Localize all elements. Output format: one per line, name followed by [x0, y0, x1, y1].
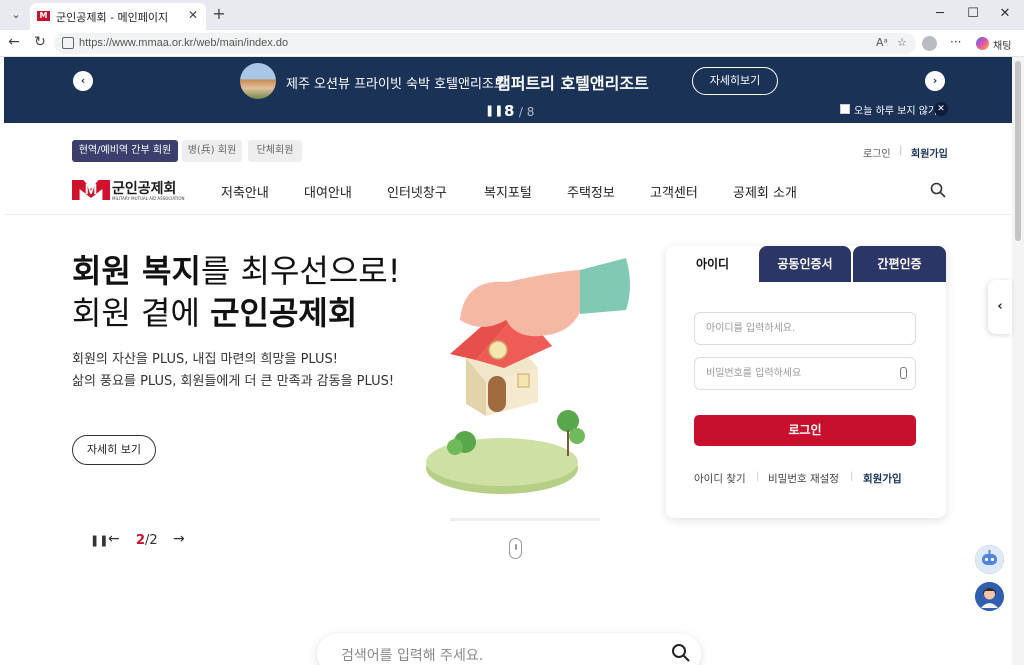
hero-title-line1: 회원 복지를 최우선으로! — [72, 252, 401, 290]
tab-certificate-login[interactable]: 공동인증서 — [759, 246, 851, 282]
member-tab-group[interactable]: 단체회원 — [248, 140, 302, 162]
nav-item-loans[interactable]: 대여안내 — [304, 182, 352, 201]
tab-easy-login[interactable]: 간편인증 — [853, 246, 946, 282]
login-panel: 아이디 공동인증서 간편인증 아이디를 입력하세요. 비밀번호를 입력하세요 로… — [666, 246, 946, 518]
favicon-icon: M — [37, 11, 50, 21]
reset-password-link[interactable]: 비밀번호 재설정 — [768, 471, 839, 486]
maximize-icon[interactable]: ☐ — [958, 6, 988, 21]
link-divider: | — [850, 471, 854, 482]
back-icon[interactable]: ← — [5, 34, 23, 50]
hero-pager: 2/2 — [136, 533, 158, 548]
hero-pause-icon[interactable]: ❚❚ — [90, 534, 108, 547]
read-aloud-icon[interactable]: Aᵃ — [876, 36, 888, 49]
banner-close-icon[interactable]: ✕ — [934, 102, 948, 116]
tab-list-icon[interactable]: ⌄ — [6, 6, 26, 24]
find-id-link[interactable]: 아이디 찾기 — [694, 471, 746, 486]
logo-text: 군인공제회 — [112, 181, 177, 197]
url-text[interactable]: https://www.mmaa.or.kr/web/main/index.do — [79, 37, 288, 49]
close-icon[interactable]: ✕ — [188, 8, 198, 22]
hero-next-icon[interactable]: → — [173, 531, 185, 547]
counselor-icon[interactable] — [975, 582, 1004, 611]
banner-subtitle: 제주 오션뷰 프라이빗 숙박 호텔앤리조트 — [286, 77, 506, 92]
hero-prev-icon[interactable]: ← — [108, 531, 120, 547]
new-tab-icon[interactable]: + — [210, 5, 228, 23]
member-tab-officer[interactable]: 현역/예비역 간부 회원 — [72, 140, 178, 162]
nav-item-internet[interactable]: 인터넷창구 — [387, 182, 447, 201]
nav-item-welfare[interactable]: 복지포털 — [484, 182, 532, 201]
id-input[interactable]: 아이디를 입력하세요. — [694, 312, 916, 345]
banner-hotel-image — [240, 63, 276, 99]
browser-tab[interactable]: M 군인공제회 - 메인페이지 ✕ — [30, 3, 206, 30]
today-label[interactable]: 오늘 하루 보지 않기 — [854, 102, 937, 117]
banner-title[interactable]: 캠퍼트리 호텔앤리조트 — [496, 70, 649, 94]
more-icon[interactable]: ··· — [950, 35, 961, 49]
house-hand-illustration — [426, 258, 630, 521]
keypad-icon[interactable] — [900, 367, 907, 379]
password-placeholder: 비밀번호를 입력하세요 — [706, 368, 802, 379]
nav-item-about[interactable]: 공제회 소개 — [733, 182, 797, 201]
page-scrollbar[interactable] — [1012, 57, 1024, 665]
refresh-icon[interactable]: ↻ — [31, 34, 49, 50]
chat-label[interactable]: 채팅 — [993, 37, 1011, 52]
minimize-icon[interactable]: ─ — [925, 6, 955, 21]
url-field[interactable]: https://www.mmaa.or.kr/web/main/index.do… — [54, 33, 916, 54]
join-link[interactable]: 회원가입 — [863, 471, 902, 486]
tab-title: 군인공제회 - 메인페이지 — [56, 11, 169, 24]
banner-more-button[interactable]: 자세히보기 — [692, 67, 778, 95]
header-join-link[interactable]: 회원가입 — [911, 145, 948, 160]
site-logo[interactable]: M 군인공제회 MILITARY MUTUAL AID ASSOCIATION — [72, 178, 188, 204]
browser-tab-bar: ⌄ M 군인공제회 - 메인페이지 ✕ + ─ ☐ ✕ — [0, 0, 1024, 30]
address-bar: ← ↻ https://www.mmaa.or.kr/web/main/inde… — [0, 30, 1024, 57]
util-divider: | — [899, 145, 903, 156]
banner-pager: 8 / 8 — [504, 102, 534, 120]
chatbot-icon[interactable] — [975, 545, 1004, 574]
bottom-search-bar[interactable]: 검색어를 입력해 주세요. — [317, 634, 701, 665]
search-icon[interactable] — [930, 182, 946, 198]
tab-id-login[interactable]: 아이디 — [666, 246, 759, 282]
site-info-icon[interactable] — [62, 37, 74, 49]
member-tab-soldier[interactable]: 병(兵) 회원 — [182, 140, 242, 162]
copilot-icon[interactable] — [976, 37, 989, 50]
banner-pause-icon[interactable]: ❚❚ — [485, 104, 503, 117]
window-close-icon[interactable]: ✕ — [990, 6, 1020, 21]
scroll-down-icon[interactable] — [509, 538, 522, 559]
link-divider: | — [756, 471, 760, 482]
banner-total: / 8 — [518, 105, 535, 119]
banner-prev-icon[interactable]: ‹ — [73, 71, 93, 91]
header-login-link[interactable]: 로그인 — [863, 145, 891, 160]
hero-desc-line2: 삶의 풍요를 PLUS, 회원들에게 더 큰 만족과 감동을 PLUS! — [72, 374, 395, 389]
hero-desc-line1: 회원의 자산을 PLUS, 내집 마련의 희망을 PLUS! — [72, 352, 338, 367]
hero-more-button[interactable]: 자세히 보기 — [72, 435, 156, 465]
side-panel-toggle-icon[interactable]: ‹ — [988, 280, 1012, 334]
nav-item-savings[interactable]: 저축안내 — [221, 182, 269, 201]
logo-english: MILITARY MUTUAL AID ASSOCIATION — [112, 196, 185, 201]
favorite-icon[interactable]: ☆ — [897, 36, 907, 49]
bottom-search-placeholder[interactable]: 검색어를 입력해 주세요. — [341, 645, 483, 665]
hero-title-line2: 회원 곁에 군인공제회 — [72, 294, 358, 332]
logo-mark-icon: M — [72, 180, 110, 200]
nav-item-support[interactable]: 고객센터 — [650, 182, 698, 201]
banner-next-icon[interactable]: › — [925, 71, 945, 91]
header-divider — [4, 214, 1012, 215]
password-input[interactable]: 비밀번호를 입력하세요 — [694, 357, 916, 390]
banner-current: 8 — [504, 102, 515, 120]
profile-icon[interactable] — [922, 36, 937, 51]
login-button[interactable]: 로그인 — [694, 415, 916, 446]
scrollbar-thumb[interactable] — [1015, 61, 1021, 241]
today-checkbox[interactable] — [840, 104, 850, 114]
promo-banner: ‹ 제주 오션뷰 프라이빗 숙박 호텔앤리조트 캠퍼트리 호텔앤리조트 자세히보… — [4, 57, 1012, 123]
nav-item-housing[interactable]: 주택정보 — [567, 182, 615, 201]
bottom-search-icon[interactable] — [671, 643, 691, 663]
